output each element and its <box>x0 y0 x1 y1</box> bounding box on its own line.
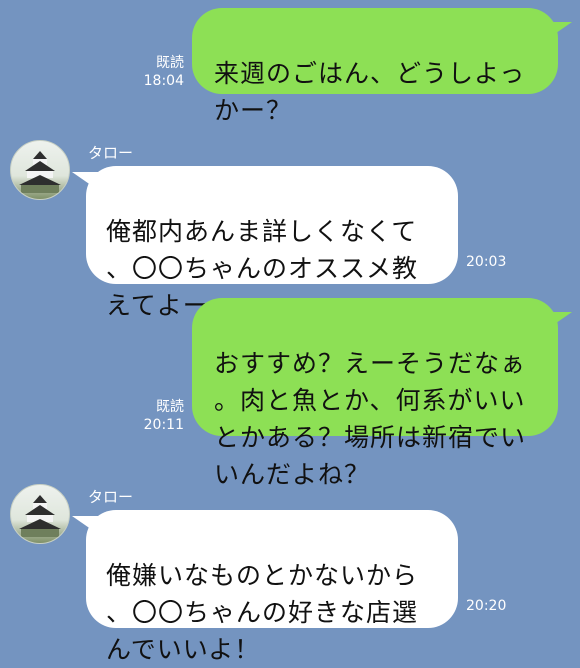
castle-avatar-icon[interactable] <box>10 140 70 200</box>
bubble-tail <box>546 312 572 330</box>
message-text: おすすめ？えーそうだなぁ 。肉と魚とか、何系がいい とかある？場所は新宿でい い… <box>214 349 527 489</box>
message-time: 20:11 <box>143 417 184 433</box>
message-time: 18:04 <box>143 73 184 89</box>
message-text: 来週のごはん、どうしよっ かー？ <box>214 59 526 125</box>
message-text: 俺嫌いなものとかないから 、〇〇ちゃんの好きな店選 んでいいよ！ <box>106 561 419 664</box>
message-time: 20:20 <box>466 598 507 614</box>
castle-icon <box>19 151 61 193</box>
incoming-message-bubble[interactable]: 俺都内あんま詳しくなくて 、〇〇ちゃんのオススメ教 えてよー <box>86 166 458 320</box>
read-label: 既読 <box>156 55 184 71</box>
incoming-message-bubble[interactable]: 俺嫌いなものとかないから 、〇〇ちゃんの好きな店選 んでいいよ！ <box>86 510 458 664</box>
sender-name: タロー <box>88 144 134 162</box>
message-time: 20:03 <box>466 254 507 270</box>
outgoing-message-bubble[interactable]: おすすめ？えーそうだなぁ 。肉と魚とか、何系がいい とかある？場所は新宿でい い… <box>192 298 558 489</box>
castle-avatar-icon[interactable] <box>10 484 70 544</box>
sender-name: タロー <box>88 488 134 506</box>
bubble-tail <box>546 22 572 40</box>
castle-icon <box>19 495 61 537</box>
read-receipt: 既読 18:04 <box>120 54 184 90</box>
outgoing-message-bubble[interactable]: 来週のごはん、どうしよっ かー？ <box>192 8 558 125</box>
read-label: 既読 <box>156 399 184 415</box>
read-receipt: 既読 20:11 <box>120 398 184 434</box>
